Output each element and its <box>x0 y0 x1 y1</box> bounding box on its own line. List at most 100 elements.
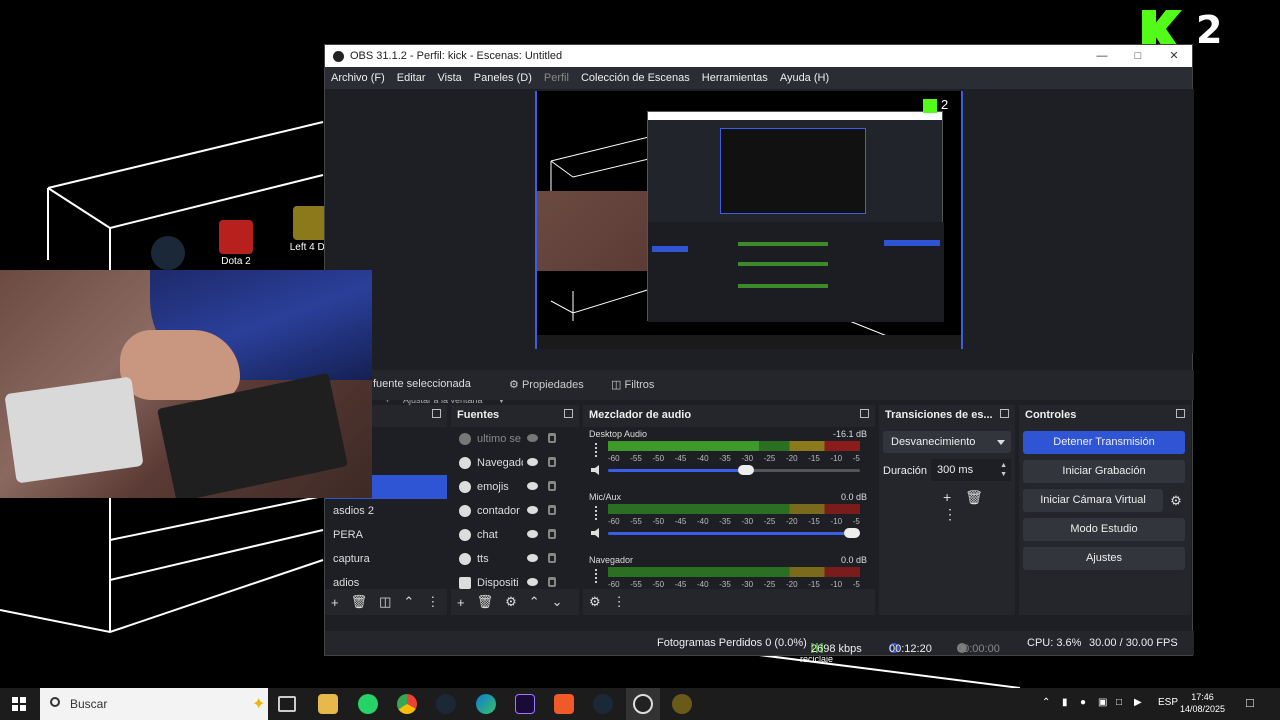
start-virtual-camera-button[interactable]: Iniciar Cámara Virtual <box>1023 489 1163 512</box>
lock-icon[interactable] <box>548 433 556 443</box>
task-view-icon[interactable] <box>278 696 296 712</box>
menu-coleccion[interactable]: Colección de Escenas <box>581 72 690 84</box>
maximize-icon[interactable]: □ <box>1120 45 1156 67</box>
minimize-icon[interactable]: — <box>1084 45 1120 67</box>
gear-icon[interactable]: ⚙ <box>505 594 517 610</box>
eye-icon[interactable] <box>527 458 538 466</box>
add-transition-icon[interactable]: + <box>943 489 951 505</box>
source-item[interactable]: Dispositi <box>451 571 579 589</box>
eye-icon[interactable] <box>527 530 538 538</box>
eye-icon[interactable] <box>527 482 538 490</box>
eye-icon[interactable] <box>527 506 538 514</box>
duration-input[interactable]: 300 ms ▲ ▼ <box>931 459 1011 481</box>
steam-taskbar-icon-2[interactable] <box>593 694 613 714</box>
whatsapp-icon[interactable] <box>358 694 378 714</box>
chrome-icon[interactable] <box>397 694 417 714</box>
preview-area[interactable]: 2 + Ajustar a la ventana ▼ <box>325 89 1194 405</box>
edge-icon[interactable] <box>476 694 496 714</box>
scene-item[interactable]: PERA <box>325 523 447 547</box>
close-icon[interactable]: ✕ <box>1156 45 1192 67</box>
premiere-icon[interactable] <box>515 694 535 714</box>
menu-vista[interactable]: Vista <box>438 72 462 84</box>
trash-icon[interactable]: 🗑 <box>477 594 494 610</box>
volume-slider-track[interactable] <box>746 469 860 472</box>
lock-icon[interactable] <box>548 553 556 563</box>
copilot-sparkle-icon[interactable]: ✦ <box>252 694 265 714</box>
channel-menu-icon[interactable] <box>595 569 598 583</box>
chevron-up-icon[interactable]: ⌃ <box>403 594 414 610</box>
windows-start-icon[interactable] <box>12 697 26 711</box>
network-icon[interactable]: □ <box>1116 697 1122 708</box>
obs-taskbar-icon[interactable] <box>633 694 653 714</box>
advanced-audio-gear-icon[interactable]: ⚙ <box>589 594 601 610</box>
stop-stream-button[interactable]: Detener Transmisión <box>1023 431 1185 454</box>
transition-select[interactable]: Desvanecimiento <box>883 431 1011 453</box>
popout-icon[interactable] <box>860 409 869 418</box>
channel-menu-icon[interactable] <box>595 443 598 457</box>
source-item[interactable]: tts <box>451 547 579 571</box>
scene-item[interactable]: asdios 2 <box>325 499 447 523</box>
more-icon[interactable]: ⋮ <box>943 506 957 522</box>
settings-button[interactable]: Ajustes <box>1023 547 1185 570</box>
spin-arrows-icon[interactable]: ▲ ▼ <box>1000 461 1007 479</box>
tray-usb-icon[interactable]: ▮ <box>1062 697 1068 708</box>
trash-icon[interactable]: 🗑 <box>965 489 983 505</box>
eye-icon[interactable] <box>527 578 538 586</box>
eye-icon[interactable] <box>527 434 538 442</box>
language-indicator[interactable]: ESP <box>1158 697 1178 708</box>
channel-menu-icon[interactable] <box>595 506 598 520</box>
source-item[interactable]: chat <box>451 523 579 547</box>
file-explorer-icon[interactable] <box>318 694 338 714</box>
add-scene-icon[interactable]: + <box>331 595 339 610</box>
volume-icon[interactable]: ▶ <box>1134 697 1142 708</box>
preview-canvas[interactable]: 2 <box>535 91 963 349</box>
trash-icon[interactable]: 🗑 <box>351 594 368 610</box>
popout-icon[interactable] <box>564 409 573 418</box>
menu-herramientas[interactable]: Herramientas <box>702 72 768 84</box>
popout-icon[interactable] <box>1176 409 1185 418</box>
filters-button[interactable]: ◫ Filtros <box>605 375 660 395</box>
lock-icon[interactable] <box>548 577 556 587</box>
volume-slider-handle[interactable] <box>738 465 754 475</box>
scene-item[interactable]: adios <box>325 571 447 589</box>
source-item[interactable]: emojis <box>451 475 579 499</box>
taskbar-search[interactable]: Buscar ✦ <box>40 688 268 720</box>
downloader-icon[interactable] <box>554 694 574 714</box>
more-icon[interactable]: ⋮ <box>613 594 626 610</box>
lock-icon[interactable] <box>548 529 556 539</box>
lock-icon[interactable] <box>548 481 556 491</box>
start-recording-button[interactable]: Iniciar Grabación <box>1023 460 1185 483</box>
source-item[interactable]: Navegado <box>451 451 579 475</box>
chevron-up-icon[interactable]: ⌃ <box>1042 697 1050 708</box>
source-item[interactable]: ultimo se <box>451 427 579 451</box>
speaker-icon[interactable] <box>591 528 599 538</box>
add-source-icon[interactable]: + <box>457 595 465 610</box>
menu-editar[interactable]: Editar <box>397 72 426 84</box>
menu-ayuda[interactable]: Ayuda (H) <box>780 72 829 84</box>
steam-taskbar-icon[interactable] <box>436 694 456 714</box>
more-icon[interactable]: ⋮ <box>426 594 439 610</box>
menu-perfil[interactable]: Perfil <box>544 72 569 84</box>
studio-mode-button[interactable]: Modo Estudio <box>1023 518 1185 541</box>
virtual-camera-gear-icon[interactable]: ⚙ <box>1167 489 1185 512</box>
scene-item[interactable]: captura <box>325 547 447 571</box>
chevron-down-icon[interactable]: ⌄ <box>552 594 563 610</box>
lock-icon[interactable] <box>548 505 556 515</box>
desktop-icon-steam[interactable] <box>148 236 188 272</box>
app-taskbar-icon[interactable] <box>672 694 692 714</box>
notifications-icon[interactable]: □ <box>1246 695 1254 710</box>
speaker-icon[interactable] <box>591 465 599 475</box>
eye-icon[interactable] <box>527 554 538 562</box>
volume-slider-handle[interactable] <box>844 528 860 538</box>
menu-archivo[interactable]: Archivo (F) <box>331 72 385 84</box>
popout-icon[interactable] <box>432 409 441 418</box>
microphone-icon[interactable]: ● <box>1080 697 1086 708</box>
obs-titlebar[interactable]: OBS 31.1.2 - Perfil: kick - Escenas: Unt… <box>325 45 1192 67</box>
desktop-icon-dota[interactable]: Dota 2 <box>216 220 256 267</box>
menu-paneles[interactable]: Paneles (D) <box>474 72 532 84</box>
properties-button[interactable]: ⚙ Propiedades <box>503 375 590 395</box>
source-item[interactable]: contador <box>451 499 579 523</box>
popout-icon[interactable] <box>1000 409 1009 418</box>
chevron-up-icon[interactable]: ⌃ <box>529 594 540 610</box>
lock-icon[interactable] <box>548 457 556 467</box>
